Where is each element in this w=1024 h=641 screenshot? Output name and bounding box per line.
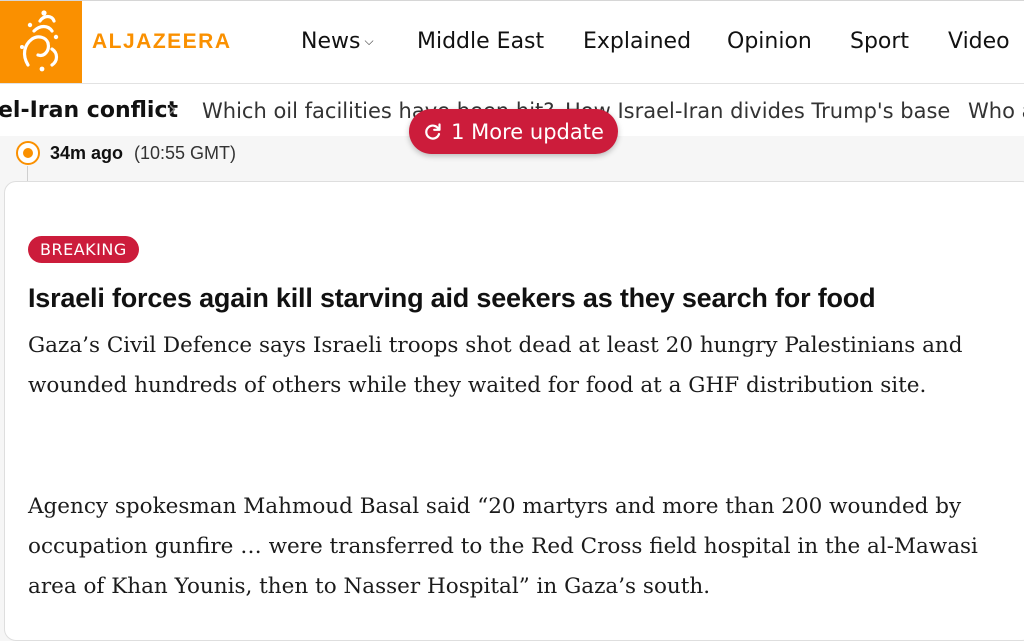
nav-explained[interactable]: Explained <box>583 29 691 54</box>
chevron-down-icon: ⌵ <box>364 34 374 48</box>
post-paragraph: Agency spokesman Mahmoud Basal said “20 … <box>28 494 978 599</box>
logo-wordmark[interactable]: ALJAZEERA <box>92 30 232 54</box>
nav-sport[interactable]: Sport <box>850 29 909 54</box>
timeline-line <box>27 166 28 182</box>
more-updates-label: 1 More update <box>451 119 604 144</box>
more-updates-button[interactable]: 1 More update <box>409 109 618 154</box>
time-relative: 34m ago <box>50 143 124 163</box>
topic-link-trump-base[interactable]: How Israel-Iran divides Trump's base <box>565 99 950 123</box>
nav-video[interactable]: Video <box>948 29 1010 54</box>
topic-link-who[interactable]: Who a <box>968 99 1024 123</box>
time-absolute: (10:55 GMT) <box>134 143 237 163</box>
nav-middle-east[interactable]: Middle East <box>417 29 544 54</box>
chevron-right-icon: › <box>168 97 177 122</box>
nav-news-label: News <box>301 29 361 54</box>
site-header: ALJAZEERA News ⌵ Middle East Explained Op… <box>0 0 1024 84</box>
aljazeera-logo-icon[interactable] <box>0 1 82 83</box>
nav-news[interactable]: News ⌵ <box>301 29 374 54</box>
topic-title[interactable]: el-Iran conflict <box>0 98 178 123</box>
live-dot-icon <box>16 141 40 165</box>
post-headline: Israeli forces again kill starving aid s… <box>28 283 876 313</box>
nav-opinion[interactable]: Opinion <box>727 29 812 54</box>
breaking-badge: BREAKING <box>28 236 139 263</box>
post-paragraph: Gaza’s Civil Defence says Israeli troops… <box>28 333 963 398</box>
refresh-icon <box>425 122 441 140</box>
